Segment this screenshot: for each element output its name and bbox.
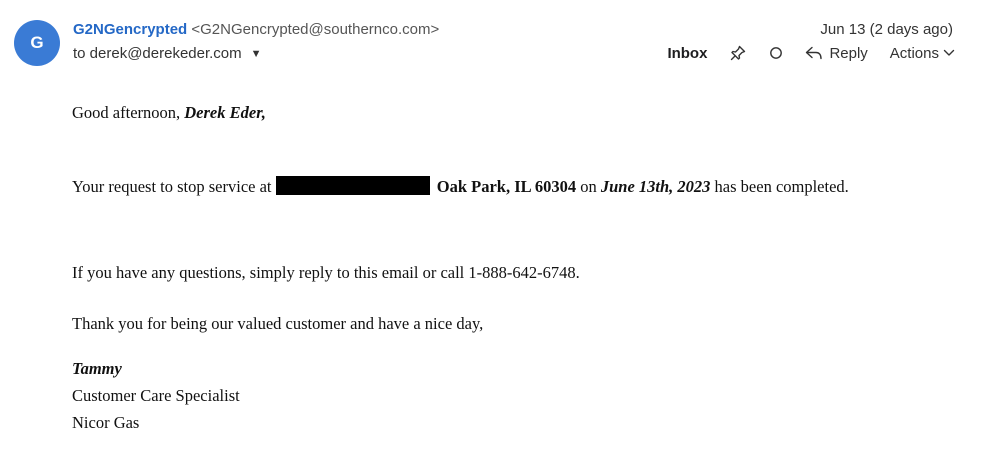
actions-menu[interactable]: Actions xyxy=(890,45,955,62)
inbox-label[interactable]: Inbox xyxy=(667,45,707,62)
reply-label: Reply xyxy=(829,44,868,62)
actions-label: Actions xyxy=(889,44,939,62)
recipient-text: to derek@derekeder.com xyxy=(73,45,242,62)
signature-company: Nicor Gas xyxy=(72,413,140,432)
signature-block: Tammy Customer Care Specialist Nicor Gas xyxy=(72,355,240,436)
contact-paragraph: If you have any questions, simply reply … xyxy=(72,263,580,282)
signature-title: Customer Care Specialist xyxy=(72,386,240,405)
recipient-line[interactable]: to derek@derekeder.com ▼ xyxy=(73,45,262,62)
avatar: G xyxy=(14,20,60,66)
greeting: Good afternoon, Derek Eder, xyxy=(72,99,266,127)
signature-name: Tammy xyxy=(72,359,122,378)
service-date: June 13th, 2023 xyxy=(600,177,711,196)
thanks-paragraph: Thank you for being our valued customer … xyxy=(72,314,484,333)
sender-email[interactable]: <G2NGencrypted@southernco.com> xyxy=(191,21,439,38)
reply-icon xyxy=(806,46,823,60)
circle-icon[interactable] xyxy=(769,46,783,60)
greeting-prefix: Good afternoon, xyxy=(72,103,185,122)
sender-name[interactable]: G2NGencrypted xyxy=(73,21,187,38)
message-toolbar: Inbox Reply Actions xyxy=(667,44,955,62)
para1-text-b: on xyxy=(576,177,601,196)
service-city: Oak Park, IL 60304 xyxy=(436,177,577,196)
caret-down-icon[interactable]: ▼ xyxy=(251,48,262,60)
from-line: G2NGencrypted <G2NGencrypted@southernco.… xyxy=(73,21,439,38)
service-confirmation-paragraph: Your request to stop service at Oak Park… xyxy=(72,173,912,201)
chevron-down-icon xyxy=(943,49,955,56)
pin-icon[interactable] xyxy=(729,44,747,62)
para1-text-a: Your request to stop service at xyxy=(72,177,272,196)
para1-text-c: has been completed. xyxy=(710,177,849,196)
message-date: Jun 13 (2 days ago) xyxy=(820,21,953,38)
recipient-name: Derek Eder, xyxy=(184,103,266,122)
avatar-letter: G xyxy=(30,33,44,52)
reply-button[interactable]: Reply xyxy=(805,44,868,62)
redacted-address xyxy=(275,176,430,195)
